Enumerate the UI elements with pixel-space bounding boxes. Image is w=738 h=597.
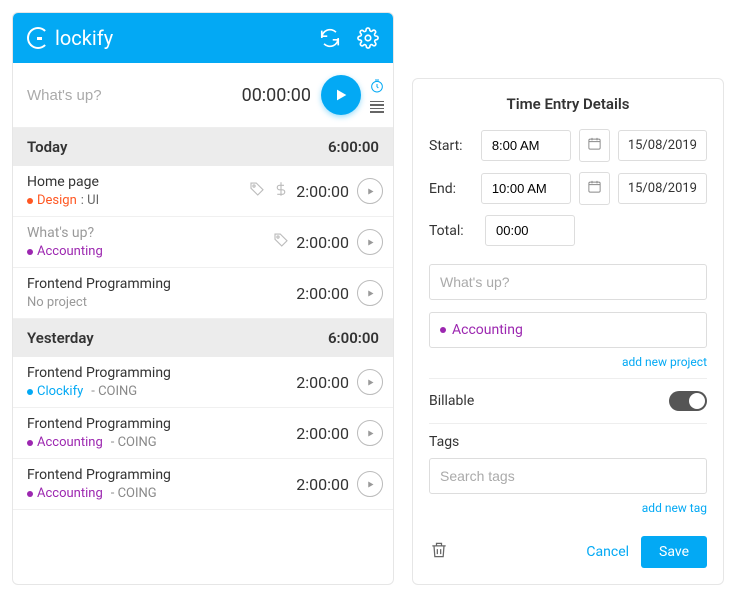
- play-icon[interactable]: [357, 471, 383, 497]
- time-entry-row[interactable]: Home pageDesign: UI2:00:00: [13, 166, 393, 217]
- end-time-input[interactable]: [481, 173, 571, 204]
- clock-icon: [27, 27, 49, 49]
- timer-mode-icon[interactable]: [369, 78, 385, 98]
- trash-icon[interactable]: [429, 540, 449, 564]
- play-icon[interactable]: [357, 420, 383, 446]
- cancel-button[interactable]: Cancel: [586, 544, 629, 560]
- detail-heading: Time Entry Details: [429, 79, 707, 129]
- tags-label: Tags: [429, 423, 707, 458]
- add-tag-link[interactable]: add new tag: [642, 501, 707, 515]
- brand-logo: lockify: [27, 26, 113, 50]
- tags-search-input[interactable]: [429, 458, 707, 494]
- tag-icon[interactable]: [272, 231, 290, 253]
- time-entry-row[interactable]: What's up?Accounting2:00:00: [13, 217, 393, 268]
- tag-icon[interactable]: [248, 180, 266, 202]
- save-button[interactable]: Save: [641, 536, 707, 568]
- start-date[interactable]: 15/08/2019: [618, 130, 707, 161]
- time-entry-row[interactable]: Frontend ProgrammingAccounting - COING2:…: [13, 459, 393, 510]
- brand-text: lockify: [55, 26, 113, 50]
- manual-mode-icon[interactable]: [370, 101, 384, 113]
- timer-description-input[interactable]: [27, 87, 242, 104]
- section-header: Today6:00:00: [13, 128, 393, 166]
- start-time-input[interactable]: [481, 130, 571, 161]
- dollar-icon[interactable]: [272, 180, 290, 202]
- project-select[interactable]: Accounting: [429, 312, 707, 348]
- start-timer-button[interactable]: [321, 75, 361, 115]
- end-calendar-icon[interactable]: [579, 172, 610, 205]
- add-project-link[interactable]: add new project: [622, 355, 707, 369]
- gear-icon[interactable]: [357, 27, 379, 49]
- end-date[interactable]: 15/08/2019: [618, 173, 707, 204]
- end-label: End:: [429, 181, 473, 197]
- timer-duration: 00:00:00: [242, 85, 311, 106]
- tracker-panel: lockify 00:00:00 Today: [12, 12, 394, 585]
- time-entry-row[interactable]: Frontend ProgrammingAccounting - COING2:…: [13, 408, 393, 459]
- play-icon[interactable]: [357, 369, 383, 395]
- play-icon[interactable]: [357, 229, 383, 255]
- entries-list: Today6:00:00Home pageDesign: UI2:00:00Wh…: [13, 128, 393, 510]
- time-entry-row[interactable]: Frontend ProgrammingNo project2:00:00: [13, 268, 393, 319]
- detail-description-input[interactable]: [429, 264, 707, 300]
- play-icon[interactable]: [357, 178, 383, 204]
- section-header: Yesterday6:00:00: [13, 319, 393, 357]
- start-calendar-icon[interactable]: [579, 129, 610, 162]
- app-header: lockify: [13, 13, 393, 63]
- total-label: Total:: [429, 223, 477, 239]
- play-icon[interactable]: [357, 280, 383, 306]
- detail-panel: Time Entry Details Start: 15/08/2019 End…: [412, 78, 724, 585]
- sync-icon[interactable]: [319, 27, 341, 49]
- total-input[interactable]: [485, 215, 575, 246]
- time-entry-row[interactable]: Frontend ProgrammingClockify - COING2:00…: [13, 357, 393, 408]
- timer-row: 00:00:00: [13, 63, 393, 128]
- start-label: Start:: [429, 138, 473, 154]
- project-dot-icon: [440, 327, 446, 333]
- billable-label: Billable: [429, 393, 474, 409]
- billable-toggle[interactable]: [669, 391, 707, 411]
- project-name: Accounting: [452, 322, 523, 338]
